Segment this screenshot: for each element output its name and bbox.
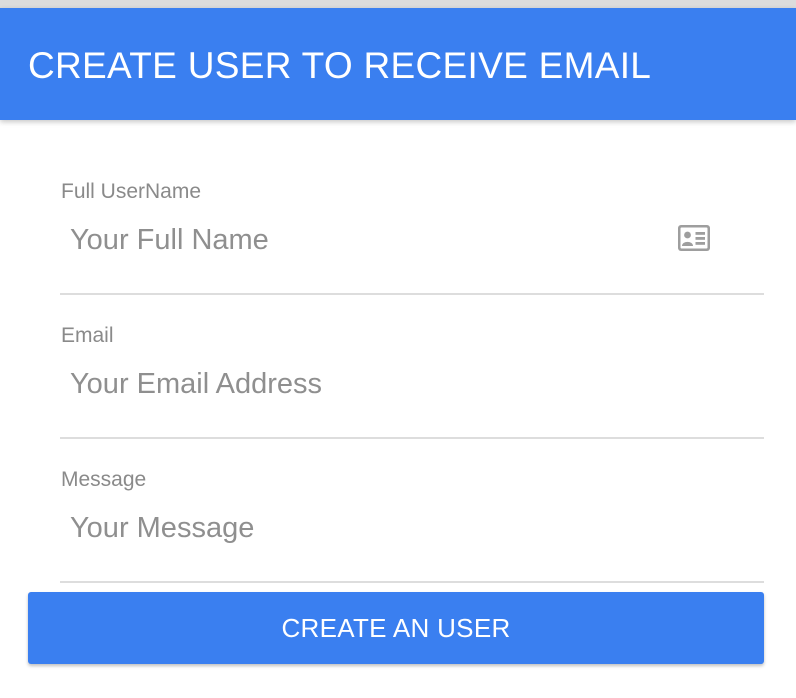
email-field-group: Email (60, 324, 764, 468)
message-label: Message (61, 468, 147, 491)
full-name-field-group: Full UserName (60, 180, 764, 324)
create-user-button[interactable]: CREATE AN USER (28, 592, 764, 664)
email-underline (60, 437, 764, 439)
full-name-underline (60, 293, 764, 295)
message-input[interactable] (60, 506, 670, 550)
full-name-input[interactable] (60, 218, 670, 262)
top-strip (0, 0, 796, 8)
page-title: CREATE USER TO RECEIVE EMAIL (28, 45, 652, 86)
message-underline (60, 581, 764, 583)
email-label: Email (61, 324, 114, 347)
page: CREATE USER TO RECEIVE EMAIL Full UserNa… (0, 0, 796, 698)
email-input[interactable] (60, 362, 670, 406)
message-field-group: Message (60, 468, 764, 612)
id-card-icon (678, 225, 710, 251)
header-bar: CREATE USER TO RECEIVE EMAIL (0, 8, 796, 120)
full-name-label: Full UserName (61, 180, 202, 203)
